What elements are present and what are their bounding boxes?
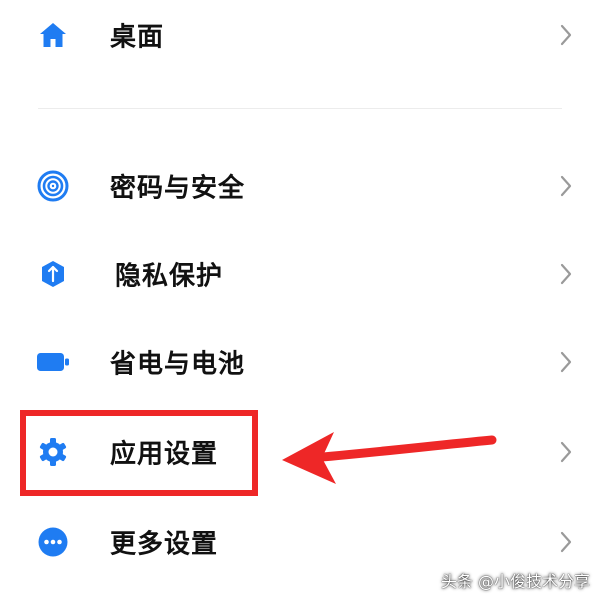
chevron-right-icon [560, 175, 572, 197]
section-divider [38, 108, 562, 109]
settings-item-privacy[interactable]: 隐私保护 [0, 234, 600, 314]
settings-item-label: 桌面 [110, 22, 165, 53]
settings-item-desktop[interactable]: 桌面 [0, 0, 600, 75]
watermark: 头条 @小俊技术分享 [440, 572, 590, 591]
settings-item-battery[interactable]: 省电与电池 [0, 322, 600, 402]
chevron-right-icon [560, 531, 572, 553]
settings-item-password-security[interactable]: 密码与安全 [0, 146, 600, 226]
more-dots-icon [36, 525, 70, 559]
settings-item-label: 省电与电池 [110, 349, 246, 380]
chevron-right-icon [560, 263, 572, 285]
settings-item-label: 密码与安全 [110, 173, 246, 204]
settings-item-label: 更多设置 [110, 529, 219, 560]
chevron-right-icon [560, 351, 572, 373]
red-arrow-annotation [282, 432, 497, 484]
home-icon [36, 18, 70, 52]
fingerprint-icon [36, 169, 70, 203]
privacy-shield-icon [36, 257, 70, 291]
chevron-right-icon [560, 441, 572, 463]
highlight-box [20, 410, 258, 496]
chevron-right-icon [560, 24, 572, 46]
settings-item-label: 隐私保护 [115, 261, 224, 292]
settings-screen: 桌面 密码与安全 隐私保护 省电与电池 应用设置 更多设置 头条 @小俊技术分享 [0, 0, 600, 600]
battery-icon [36, 345, 70, 379]
